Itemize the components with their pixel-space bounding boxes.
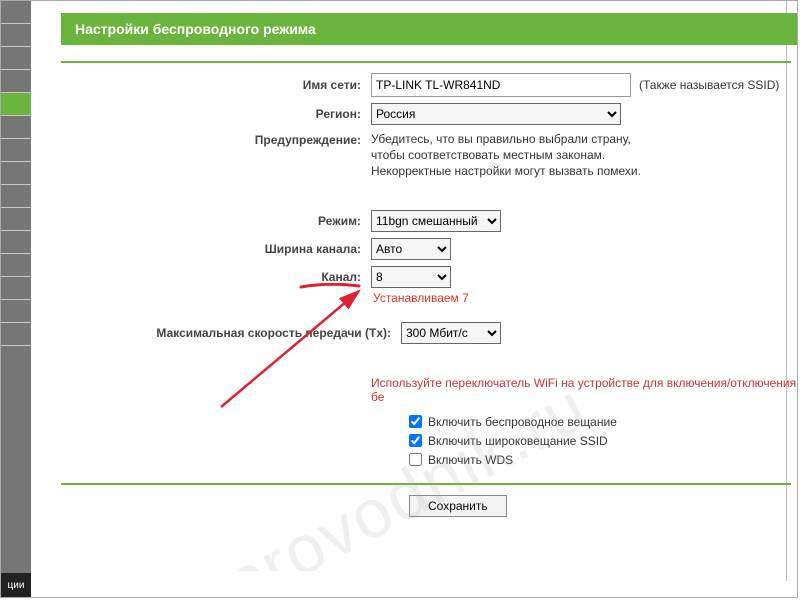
txrate-select[interactable]: 300 Мбит/с [401,322,501,344]
sidebar-item[interactable] [1,162,31,185]
sidebar-item[interactable] [1,208,31,231]
label-txrate: Максимальная скорость передачи (Tx): [61,326,401,340]
sidebar-item[interactable] [1,277,31,300]
enable-wds-checkbox[interactable] [409,453,422,466]
sidebar-item[interactable] [1,70,31,93]
label-chwidth: Ширина канала: [61,242,371,256]
sidebar-item[interactable] [1,24,31,47]
channel-width-select[interactable]: Авто [371,238,451,260]
label-ssid: Имя сети: [61,78,371,92]
channel-select[interactable]: 8 [371,266,451,288]
left-sidebar: ции [1,1,31,597]
warning-text: Убедитесь, что вы правильно выбрали стра… [371,131,661,180]
sidebar-item[interactable] [1,300,31,323]
enable-ssid-broadcast-checkbox[interactable] [409,434,422,447]
sidebar-item[interactable] [1,139,31,162]
divider [61,483,791,485]
region-select[interactable]: Россия [371,103,621,125]
ssid-hint: (Также называется SSID) [639,78,779,92]
save-button[interactable]: Сохранить [409,495,507,517]
sidebar-item[interactable] [1,1,31,24]
wifi-switch-notice: Используйте переключатель WiFi на устрой… [371,376,797,404]
sidebar-item[interactable] [1,185,31,208]
label-channel: Канал: [61,270,371,284]
label-region: Регион: [61,107,371,121]
sidebar-item[interactable] [1,231,31,254]
ssid-input[interactable] [371,73,631,97]
divider [61,61,791,63]
main-content: Настройки беспроводного режима Имя сети:… [49,1,797,597]
sidebar-item[interactable] [1,254,31,277]
sidebar-item[interactable] [1,47,31,70]
mode-select[interactable]: 11bgn смешанный [371,210,501,232]
enable-ssid-broadcast-label: Включить широковещание SSID [428,434,608,448]
enable-wireless-checkbox[interactable] [409,415,422,428]
sidebar-item[interactable] [1,323,31,346]
label-warning: Предупреждение: [61,131,371,147]
enable-wireless-label: Включить беспроводное вещание [428,415,617,429]
page-title: Настройки беспроводного режима [61,13,798,45]
enable-wds-label: Включить WDS [428,453,513,467]
label-mode: Режим: [61,214,371,228]
sidebar-item-active[interactable] [1,93,31,116]
sidebar-bottom-label: ции [1,573,31,597]
sidebar-item[interactable] [1,116,31,139]
